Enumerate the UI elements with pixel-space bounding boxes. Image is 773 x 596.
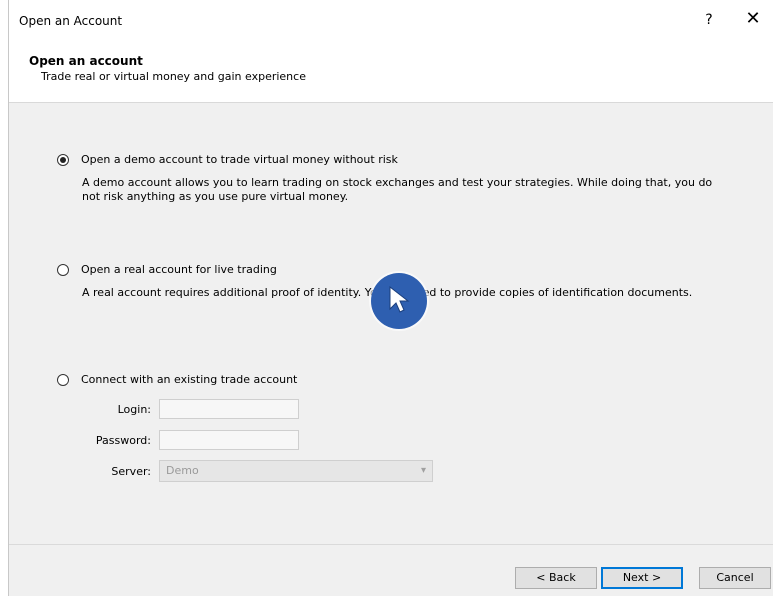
login-input[interactable] [159,399,299,419]
header-subtitle: Trade real or virtual money and gain exp… [41,70,306,83]
option-demo-description: A demo account allows you to learn tradi… [82,176,713,203]
radio-demo[interactable] [57,153,69,166]
password-input[interactable] [159,430,299,450]
password-label: Password: [95,434,151,447]
server-select-value: Demo [166,464,199,477]
option-demo-label: Open a demo account to trade virtual mon… [81,153,398,166]
close-button[interactable]: ✕ [741,8,765,32]
next-button[interactable]: Next > [601,567,683,589]
server-label: Server: [111,465,151,478]
title-bar: Open an Account ? ✕ [9,0,773,44]
wizard-header: Open an account Trade real or virtual mo… [9,44,773,103]
login-label: Login: [117,403,151,416]
option-demo-account[interactable]: Open a demo account to trade virtual mon… [57,153,398,166]
option-existing-account[interactable]: Connect with an existing trade account [57,373,297,386]
option-existing-label: Connect with an existing trade account [81,373,298,386]
option-real-label: Open a real account for live trading [81,263,277,276]
wizard-footer: < Back Next > Cancel [9,544,773,596]
cancel-button[interactable]: Cancel [699,567,771,589]
cursor-highlight [371,273,427,329]
header-title: Open an account [29,54,143,68]
back-button[interactable]: < Back [515,567,597,589]
server-select[interactable]: Demo ▾ [159,460,433,482]
option-real-account[interactable]: Open a real account for live trading [57,263,277,276]
radio-real[interactable] [57,263,69,276]
mouse-pointer-icon [389,285,410,313]
radio-existing[interactable] [57,373,69,386]
help-button[interactable]: ? [699,10,719,30]
window-title: Open an Account [19,14,123,28]
chevron-down-icon: ▾ [420,465,426,476]
